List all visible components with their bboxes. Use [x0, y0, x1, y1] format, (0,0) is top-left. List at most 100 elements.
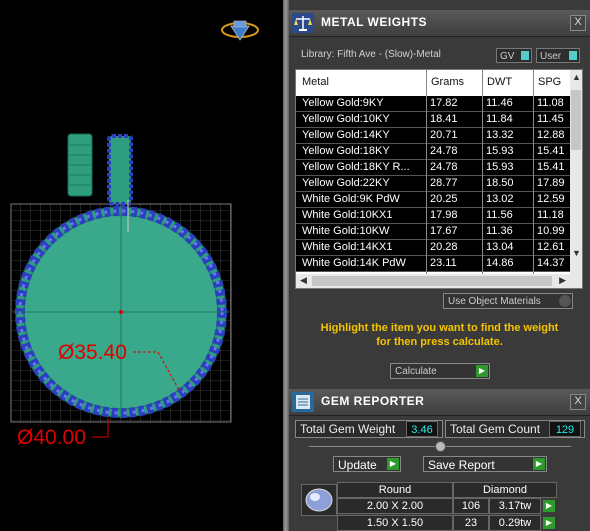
cell-dwt: 18.50 — [486, 177, 514, 189]
library-label: Library: Fifth Ave - (Slow)-Metal — [301, 49, 441, 60]
hint-line-1: Highlight the item you want to find the … — [320, 322, 559, 334]
gem-row-count: 23 — [453, 515, 489, 531]
table-row[interactable]: Yellow Gold:14KY 20.71 13.32 12.88 — [296, 128, 570, 144]
cell-metal: Yellow Gold:22KY — [302, 177, 390, 189]
table-row[interactable]: White Gold:14K PdW 23.11 14.86 14.37 — [296, 256, 570, 272]
user-label: User — [540, 51, 562, 62]
metal-weights-titlebar: METAL WEIGHTS X — [289, 10, 590, 37]
table-row[interactable]: Yellow Gold:9KY 17.82 11.46 11.08 — [296, 96, 570, 112]
gem-row-tw: 3.17tw — [489, 498, 541, 514]
cell-grams: 24.78 — [430, 145, 458, 157]
cell-grams: 28.77 — [430, 177, 458, 189]
gem-row-count: 106 — [453, 498, 489, 514]
metal-table-header: Metal Grams DWT SPG — [296, 70, 570, 94]
play-icon: ▶ — [387, 458, 399, 470]
cell-metal: White Gold:14K PdW — [302, 257, 406, 269]
table-row[interactable]: Yellow Gold:10KY 18.41 11.84 11.45 — [296, 112, 570, 128]
cell-dwt: 11.46 — [486, 97, 513, 109]
cell-metal: Yellow Gold:10KY — [302, 113, 390, 125]
cell-grams: 17.98 — [430, 209, 458, 221]
metal-weights-close-button[interactable]: X — [570, 15, 586, 31]
round-diamond-icon — [305, 488, 333, 512]
metal-weights-title: METAL WEIGHTS — [321, 15, 428, 29]
cell-metal: Yellow Gold:9KY — [302, 97, 384, 109]
play-icon: ▶ — [533, 458, 545, 470]
use-object-materials-label: Use Object Materials — [448, 296, 541, 307]
col-dwt[interactable]: DWT — [487, 76, 512, 88]
side-panel: METAL WEIGHTS X Library: Fifth Ave - (Sl… — [289, 0, 590, 531]
cell-dwt: 15.93 — [486, 161, 514, 173]
scale-icon — [292, 13, 314, 33]
cell-metal: Yellow Gold:18KY — [302, 145, 390, 157]
ring-gallery-right — [107, 134, 133, 206]
table-row[interactable]: Yellow Gold:22KY 28.77 18.50 17.89 — [296, 176, 570, 192]
cell-metal: White Gold:9K PdW — [302, 193, 400, 205]
cell-dwt: 11.56 — [486, 209, 513, 221]
table-row[interactable]: White Gold:14KX1 20.28 13.04 12.61 — [296, 240, 570, 256]
cell-grams: 17.82 — [430, 97, 458, 109]
hint-line-2: for then press calculate. — [376, 336, 503, 348]
gem-table[interactable]: Round Diamond 2.00 X 2.00 106 3.17tw ▶ 1.50 … — [297, 482, 583, 531]
total-gem-count-value: 129 — [549, 421, 581, 437]
gem-reporter-titlebar: GEM REPORTER X — [289, 389, 590, 416]
gem-row-play-button[interactable]: ▶ — [543, 500, 555, 512]
cell-grams: 20.28 — [430, 241, 458, 253]
cell-dwt: 13.04 — [486, 241, 514, 253]
inner-diameter-label: Ø35.40 — [58, 341, 127, 364]
cell-metal: Yellow Gold:18KY R... — [302, 161, 410, 173]
cell-metal: White Gold:10KX1 — [302, 209, 393, 221]
metal-table-hscroll[interactable]: ◀ ▶ — [296, 274, 582, 288]
cell-grams: 18.41 — [430, 113, 458, 125]
table-row[interactable]: Yellow Gold:18KY R... 24.78 15.93 15.41 — [296, 160, 570, 176]
center-marker — [119, 310, 123, 314]
view-cube-icon — [221, 20, 259, 41]
viewport-3d[interactable]: Ø35.40 Ø40.00 — [0, 0, 283, 531]
outer-diameter-label: Ø40.00 — [17, 426, 86, 449]
gem-thumbnail — [301, 484, 337, 516]
gem-material: Diamond — [453, 482, 557, 498]
table-row[interactable]: White Gold:10KW 17.67 11.36 10.99 — [296, 224, 570, 240]
update-label: Update — [338, 458, 377, 472]
cell-dwt: 11.36 — [486, 225, 513, 237]
cell-dwt: 11.84 — [486, 113, 513, 125]
calculate-button[interactable]: Calculate ▶ — [390, 363, 490, 379]
save-report-label: Save Report — [428, 458, 495, 472]
cell-metal: White Gold:14KX1 — [302, 241, 393, 253]
ring-drawing — [10, 20, 259, 438]
cell-grams: 17.67 — [430, 225, 458, 237]
total-gem-weight-value: 3.46 — [406, 421, 438, 437]
col-grams[interactable]: Grams — [431, 76, 464, 88]
report-icon — [292, 392, 314, 412]
cell-dwt: 13.02 — [486, 193, 514, 205]
col-spg[interactable]: SPG — [538, 76, 561, 88]
splitter-handle[interactable] — [435, 441, 446, 452]
gem-reporter-close-button[interactable]: X — [570, 394, 586, 410]
update-button[interactable]: Update ▶ — [333, 456, 401, 472]
gem-reporter-title: GEM REPORTER — [321, 394, 425, 408]
gem-row-tw: 0.29tw — [489, 515, 541, 531]
use-object-materials-toggle[interactable]: Use Object Materials — [443, 293, 573, 309]
cell-metal: Yellow Gold:14KY — [302, 129, 390, 141]
gv-label: GV — [500, 51, 515, 62]
gem-shape: Round — [337, 482, 453, 498]
table-row[interactable]: White Gold:10KX1 17.98 11.56 11.18 — [296, 208, 570, 224]
cell-dwt: 13.32 — [486, 129, 514, 141]
cell-grams: 23.11 — [430, 257, 457, 269]
cell-grams: 24.78 — [430, 161, 458, 173]
gem-row-play-button[interactable]: ▶ — [543, 517, 555, 529]
cell-dwt: 15.93 — [486, 145, 514, 157]
metal-table-vscroll[interactable]: ▲ ▼ — [570, 70, 582, 274]
gv-toggle[interactable]: GV — [496, 48, 532, 63]
cell-dwt: 14.86 — [486, 257, 514, 269]
metal-table[interactable]: Metal Grams DWT SPG Yellow Gold:9KY 17.82… — [295, 69, 583, 289]
user-toggle[interactable]: User — [536, 48, 580, 63]
calculate-label: Calculate — [395, 366, 437, 377]
gem-row-size: 1.50 X 1.50 — [337, 515, 453, 531]
save-report-button[interactable]: Save Report ▶ — [423, 456, 547, 472]
play-icon: ▶ — [476, 365, 488, 377]
table-row[interactable]: White Gold:9K PdW 20.25 13.02 12.59 — [296, 192, 570, 208]
cell-metal: White Gold:10KW — [302, 225, 390, 237]
table-row[interactable]: Yellow Gold:18KY 24.78 15.93 15.41 — [296, 144, 570, 160]
col-metal[interactable]: Metal — [302, 76, 329, 88]
cell-grams: 20.71 — [430, 129, 458, 141]
